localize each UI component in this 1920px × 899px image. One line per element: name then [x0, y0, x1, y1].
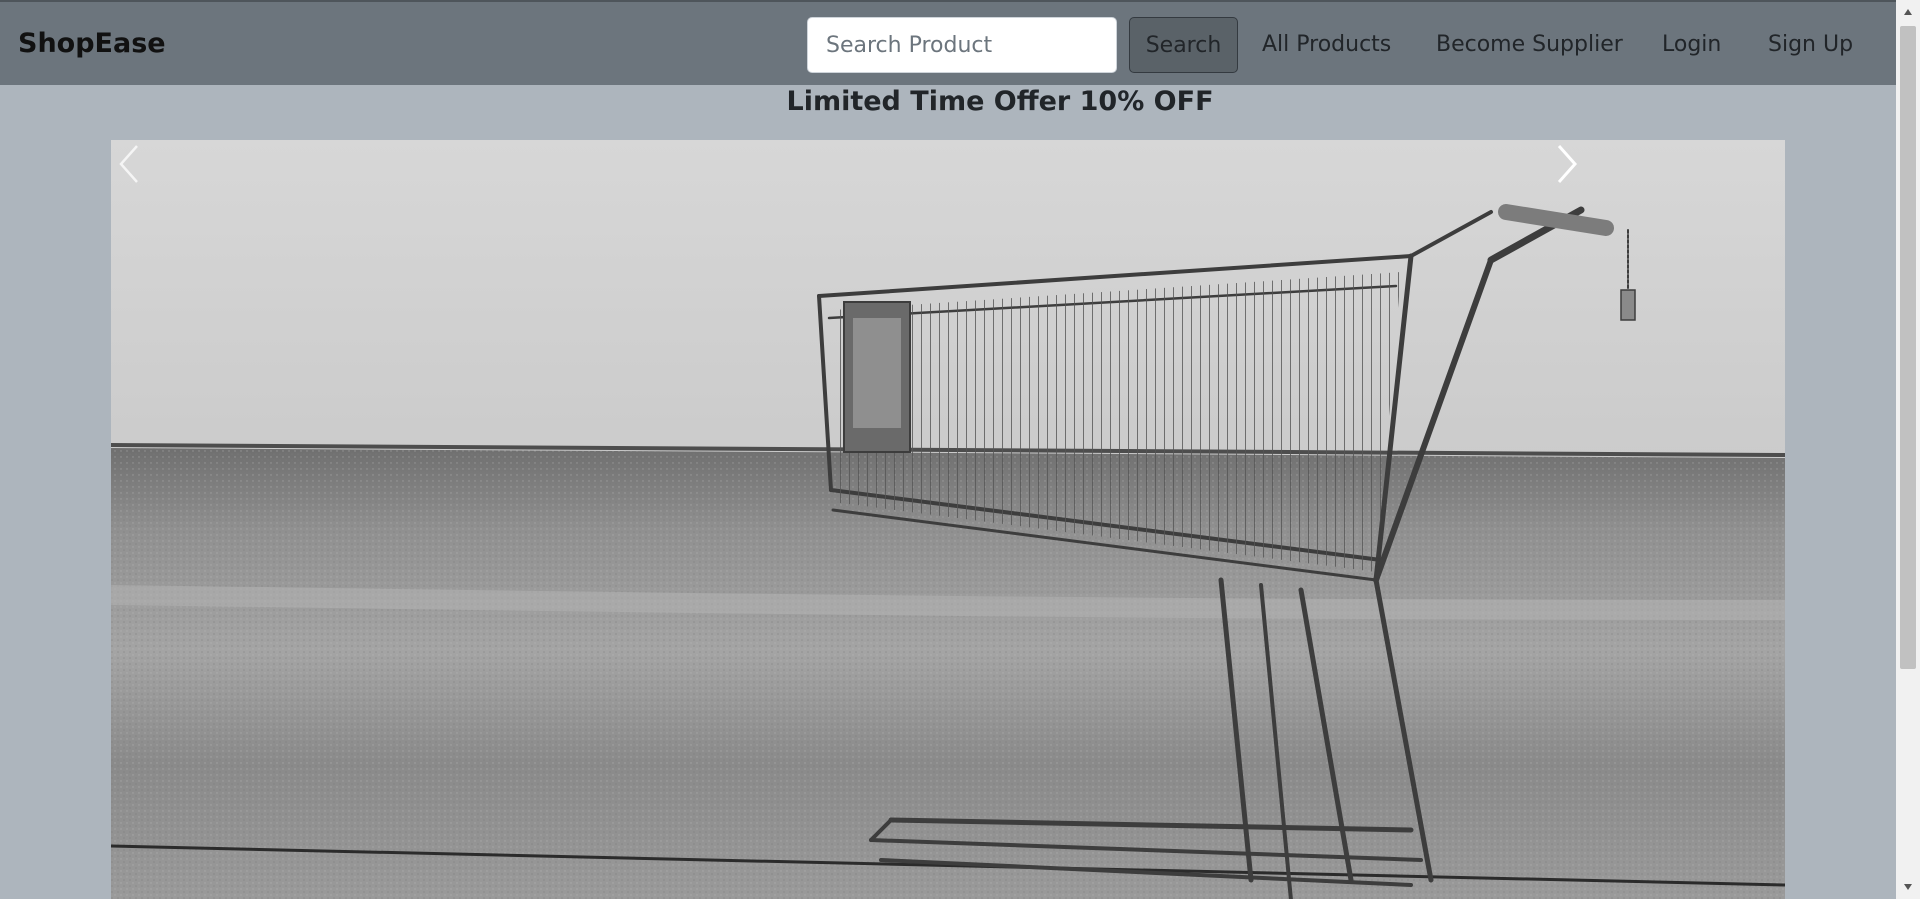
- brand-logo[interactable]: ShopEase: [18, 28, 166, 59]
- scroll-down-button[interactable]: [1896, 875, 1920, 899]
- carousel-next-button[interactable]: [1545, 140, 1785, 899]
- scroll-thumb[interactable]: [1900, 26, 1916, 669]
- carousel-prev-button[interactable]: [111, 140, 351, 899]
- nav-link-login[interactable]: Login: [1662, 32, 1721, 57]
- nav-link-become-supplier[interactable]: Become Supplier: [1436, 32, 1623, 57]
- search-input[interactable]: [807, 17, 1117, 73]
- page-scrollbar[interactable]: [1896, 0, 1920, 899]
- page: ShopEase Search All Products Become Supp…: [0, 0, 1896, 899]
- chevron-right-icon: [1557, 145, 1578, 183]
- navbar: ShopEase Search All Products Become Supp…: [0, 0, 1896, 85]
- scroll-up-button[interactable]: [1896, 0, 1920, 24]
- nav-link-all-products[interactable]: All Products: [1262, 32, 1391, 57]
- chevron-left-icon: [119, 145, 138, 183]
- carousel: [111, 140, 1785, 899]
- nav-link-sign-up[interactable]: Sign Up: [1768, 32, 1853, 57]
- triangle-up-icon: [1904, 9, 1912, 15]
- triangle-down-icon: [1904, 884, 1912, 890]
- carousel-image: [111, 140, 1785, 899]
- search-button[interactable]: Search: [1129, 17, 1238, 73]
- offer-title: Limited Time Offer 10% OFF: [786, 86, 1214, 117]
